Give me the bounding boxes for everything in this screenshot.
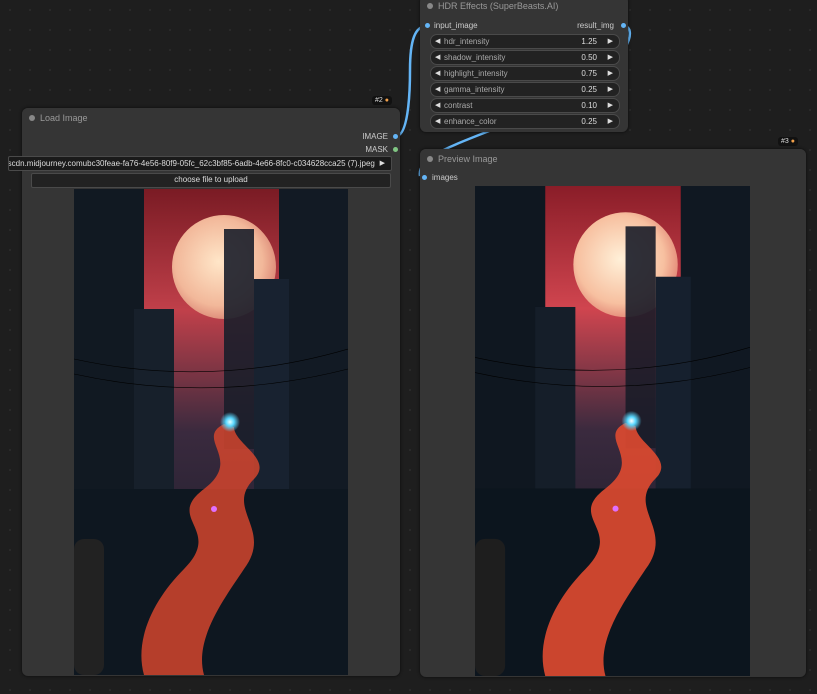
result-img-slot-label: result_img <box>577 21 614 30</box>
highlight-intensity-widget[interactable]: ◀ highlight_intensity 0.75 ▶ <box>430 66 620 81</box>
loaded-image-preview <box>74 189 348 675</box>
decrement-arrow-icon[interactable]: ◀ <box>435 99 440 112</box>
image-file-selector[interactable]: tpscdn.midjourney.comubc30feae-fa76-4e56… <box>8 156 392 171</box>
image-output-label: IMAGE <box>362 132 388 141</box>
collapse-dot-icon[interactable] <box>29 115 35 121</box>
decrement-arrow-icon[interactable]: ◀ <box>435 115 440 128</box>
gamma-intensity-widget[interactable]: ◀ gamma_intensity 0.25 ▶ <box>430 82 620 97</box>
mask-output-label: MASK <box>365 145 388 154</box>
enhance-color-widget[interactable]: ◀ enhance_color 0.25 ▶ <box>430 114 620 129</box>
image-file-value: tpscdn.midjourney.comubc30feae-fa76-4e56… <box>8 159 375 168</box>
increment-arrow-icon[interactable]: ▶ <box>608 115 613 128</box>
preview-output-image <box>475 186 750 676</box>
decrement-arrow-icon[interactable]: ◀ <box>435 35 440 48</box>
load-node-badge: #2 ● <box>372 96 393 105</box>
images-input-slot-dot[interactable] <box>422 175 427 180</box>
fox-icon: ● <box>384 97 390 104</box>
input-image-slot-label: input_image <box>434 21 478 30</box>
preview-node-title-bar[interactable]: Preview Image <box>420 149 806 169</box>
images-input-label: images <box>432 173 458 182</box>
choose-file-upload-button[interactable]: choose file to upload <box>31 173 391 188</box>
decrement-arrow-icon[interactable]: ◀ <box>435 83 440 96</box>
shadow-intensity-widget[interactable]: ◀ shadow_intensity 0.50 ▶ <box>430 50 620 65</box>
increment-arrow-icon[interactable]: ▶ <box>376 157 385 170</box>
increment-arrow-icon[interactable]: ▶ <box>608 99 613 112</box>
decrement-arrow-icon[interactable]: ◀ <box>435 51 440 64</box>
increment-arrow-icon[interactable]: ▶ <box>608 67 613 80</box>
input-image-slot-dot[interactable] <box>425 23 430 28</box>
preview-node-badge: #3 ● <box>778 137 799 146</box>
collapse-dot-icon[interactable] <box>427 3 433 9</box>
increment-arrow-icon[interactable]: ▶ <box>608 83 613 96</box>
fox-icon: ● <box>790 138 796 145</box>
hdr-node-title-bar[interactable]: HDR Effects (SuperBeasts.AI) <box>420 0 628 16</box>
contrast-widget[interactable]: ◀ contrast 0.10 ▶ <box>430 98 620 113</box>
result-img-slot-dot[interactable] <box>621 23 626 28</box>
increment-arrow-icon[interactable]: ▶ <box>608 51 613 64</box>
collapse-dot-icon[interactable] <box>427 156 433 162</box>
hdr-intensity-widget[interactable]: ◀ hdr_intensity 1.25 ▶ <box>430 34 620 49</box>
decrement-arrow-icon[interactable]: ◀ <box>435 67 440 80</box>
preview-node-title: Preview Image <box>438 154 498 164</box>
hdr-node-title: HDR Effects (SuperBeasts.AI) <box>438 1 559 11</box>
load-node-title: Load Image <box>40 113 88 123</box>
image-output-slot-dot[interactable] <box>393 134 398 139</box>
hdr-effects-node[interactable]: HDR Effects (SuperBeasts.AI) input_image… <box>420 0 628 132</box>
increment-arrow-icon[interactable]: ▶ <box>608 35 613 48</box>
mask-output-slot-dot[interactable] <box>393 147 398 152</box>
load-node-title-bar[interactable]: Load Image <box>22 108 400 128</box>
